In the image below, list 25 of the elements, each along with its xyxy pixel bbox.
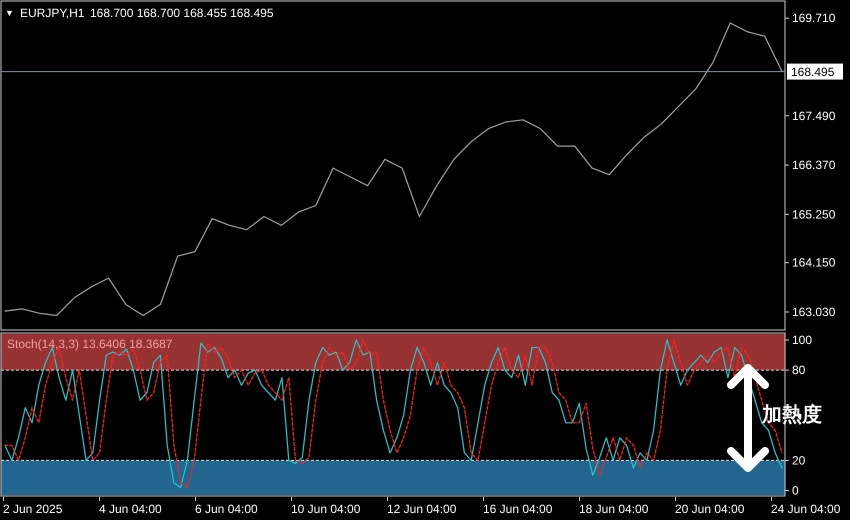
axis-label: 10 Jun 04:00: [291, 502, 360, 516]
axis-label: 164.150: [792, 256, 836, 270]
price-readout: 168.700 168.700 168.455 168.495: [90, 6, 274, 20]
dropdown-icon[interactable]: ▼: [5, 8, 14, 18]
axis-label: 20 Jun 04:00: [675, 502, 744, 516]
axis-label: 80: [792, 363, 806, 378]
axis-label: 4 Jun 04:00: [99, 502, 162, 516]
axis-label: 6 Jun 04:00: [195, 502, 258, 516]
axis-label: 163.030: [792, 304, 836, 319]
price-tag: 168.495: [787, 64, 843, 80]
axis-label: 100: [792, 333, 812, 348]
axis-label: 166.370: [792, 158, 836, 172]
symbol-label: EURJPY,H1: [20, 6, 84, 20]
axis-label: 167.490: [792, 108, 836, 123]
axis-label: 0: [792, 483, 799, 497]
axis-label: 169.710: [792, 11, 836, 26]
axis-label: 16 Jun 04:00: [483, 502, 552, 516]
axis-label: 18 Jun 04:00: [579, 502, 648, 516]
axis-label: 20: [792, 453, 806, 468]
ref-line-label: 168.495: [791, 65, 835, 80]
axis-label: 12 Jun 04:00: [387, 502, 456, 516]
axis-label: 24 Jun 04:00: [771, 502, 840, 516]
axis-label: 2 Jun 2025: [3, 502, 62, 516]
axis-label: 165.250: [792, 207, 836, 222]
indicator-label: Stoch(14,3,3) 13.6406 18.3687: [7, 337, 172, 351]
